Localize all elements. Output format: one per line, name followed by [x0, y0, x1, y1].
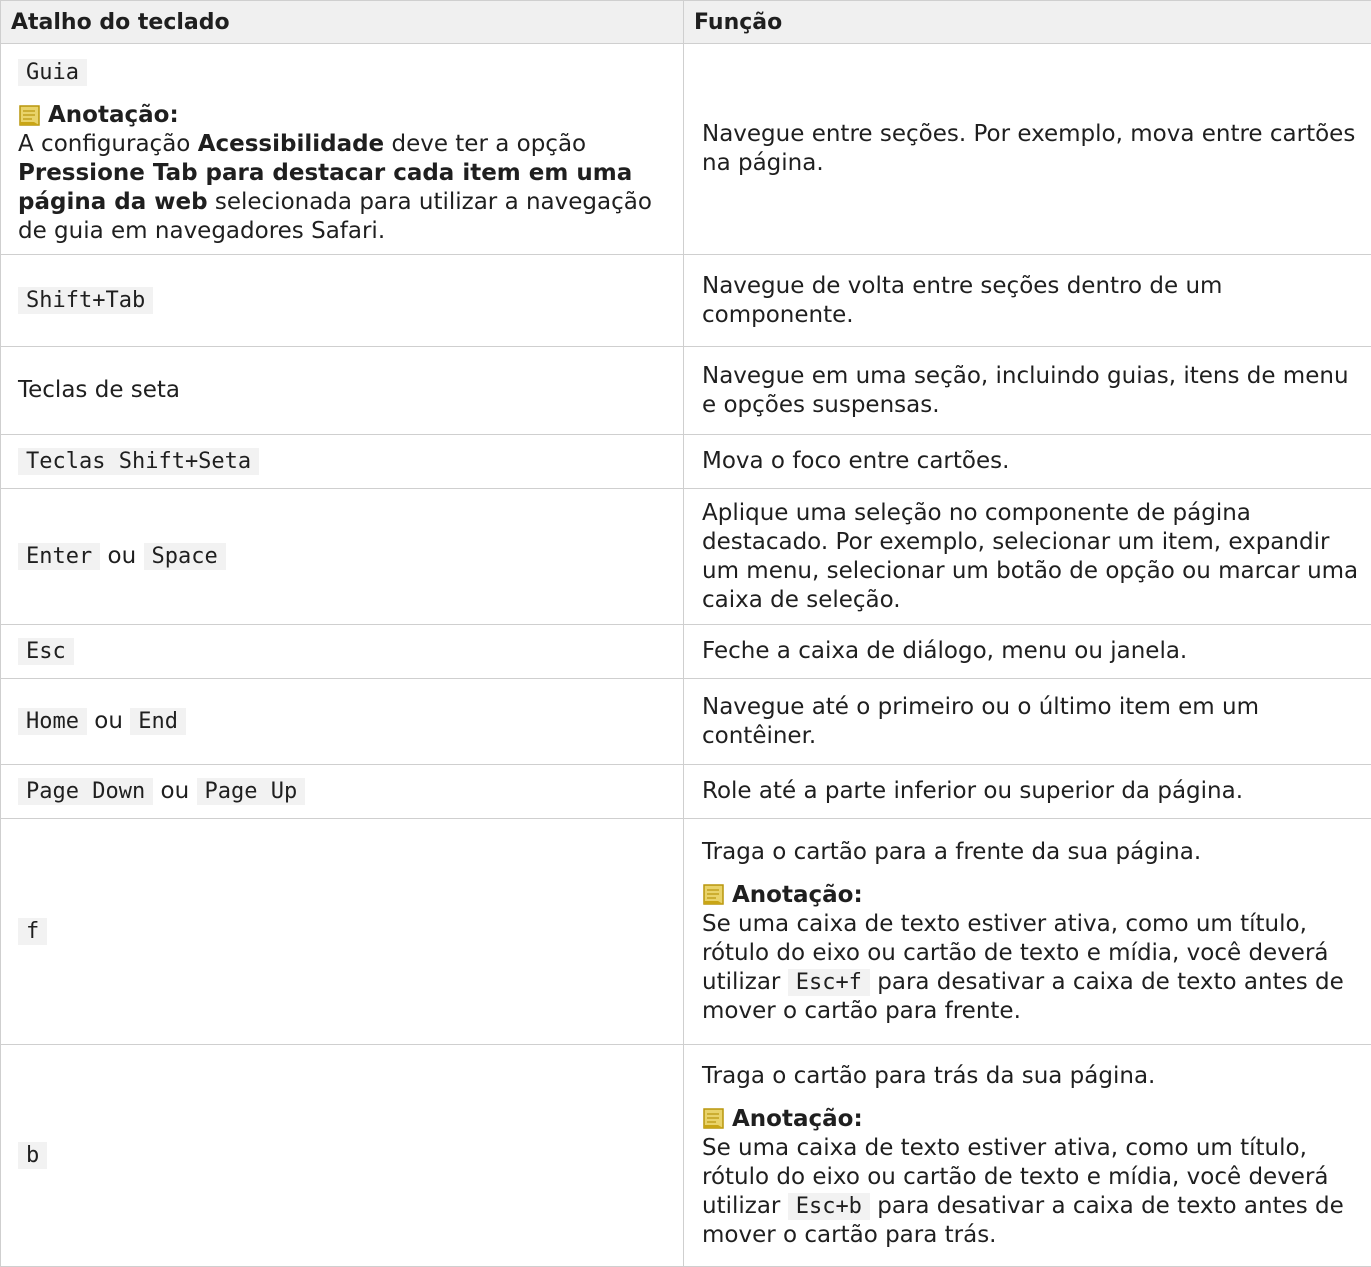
note-label: Anotação: [732, 1105, 863, 1134]
table-row: Esc Feche a caixa de diálogo, menu ou ja… [1, 625, 1371, 679]
shortcut-cell: Page Down ou Page Up [1, 765, 684, 819]
key-code: Page Down [18, 778, 153, 805]
key-code: Space [144, 543, 226, 570]
table-row: Page Down ou Page Up Role até a parte in… [1, 765, 1371, 819]
function-text: Traga o cartão para a frente da sua pági… [702, 838, 1361, 867]
table-row: Shift+Tab Navegue de volta entre seções … [1, 255, 1371, 347]
key-code: Esc+b [788, 1193, 870, 1220]
shortcut-cell: f [1, 819, 684, 1045]
note-icon [702, 883, 726, 907]
table-row: b Traga o cartão para trás da sua página… [1, 1045, 1371, 1267]
shortcut-cell: Guia Anotação: A configuração Acessibili… [1, 44, 684, 255]
note-bold-accessibility: Acessibilidade [198, 131, 384, 157]
table-header-row: Atalho do teclado Função [1, 1, 1371, 44]
key-code: Home [18, 708, 87, 735]
function-cell: Feche a caixa de diálogo, menu ou janela… [684, 625, 1371, 679]
header-shortcut: Atalho do teclado [1, 1, 684, 44]
function-cell: Role até a parte inferior ou superior da… [684, 765, 1371, 819]
key-code: Enter [18, 543, 100, 570]
or-text: ou [108, 543, 137, 569]
function-cell: Mova o foco entre cartões. [684, 435, 1371, 489]
function-cell: Navegue até o primeiro ou o último item … [684, 679, 1371, 765]
note-header: Anotação: [702, 881, 1361, 910]
note-text: Se uma caixa de texto estiver ativa, com… [702, 1134, 1361, 1250]
or-text: ou [94, 708, 123, 734]
key-code: f [18, 918, 47, 945]
function-cell: Traga o cartão para trás da sua página. … [684, 1045, 1371, 1267]
function-cell: Aplique uma seleção no componente de pág… [684, 489, 1371, 625]
key-code: b [18, 1142, 47, 1169]
table-row: Teclas Shift+Seta Mova o foco entre cart… [1, 435, 1371, 489]
note-icon [18, 104, 42, 128]
key-code: Shift+Tab [18, 287, 153, 314]
note-text-part: A configuração [18, 131, 198, 157]
or-text: ou [161, 778, 190, 804]
header-function: Função [684, 1, 1371, 44]
note-text-part: deve ter a opção [384, 131, 586, 157]
table-row: Enter ou Space Aplique uma seleção no co… [1, 489, 1371, 625]
shortcut-cell: Teclas Shift+Seta [1, 435, 684, 489]
table-row: Teclas de seta Navegue em uma seção, inc… [1, 347, 1371, 435]
key-code: Esc [18, 638, 74, 665]
shortcut-cell: Esc [1, 625, 684, 679]
key-code: Guia [18, 59, 87, 86]
table-row: f Traga o cartão para a frente da sua pá… [1, 819, 1371, 1045]
table-row: Home ou End Navegue até o primeiro ou o … [1, 679, 1371, 765]
note-label: Anotação: [732, 881, 863, 910]
function-cell: Navegue entre seções. Por exemplo, mova … [684, 44, 1371, 255]
note-icon [702, 1107, 726, 1131]
note-header: Anotação: [702, 1105, 1361, 1134]
table-row: Guia Anotação: A configuração Acessibili… [1, 44, 1371, 255]
function-cell: Navegue em uma seção, incluindo guias, i… [684, 347, 1371, 435]
shortcut-cell: Teclas de seta [1, 347, 684, 435]
key-code: Esc+f [788, 969, 870, 996]
key-code: Page Up [197, 778, 306, 805]
shortcuts-table: Atalho do teclado Função Guia [0, 0, 1371, 1267]
shortcut-cell: Home ou End [1, 679, 684, 765]
function-cell: Traga o cartão para a frente da sua pági… [684, 819, 1371, 1045]
note-label: Anotação: [48, 101, 179, 130]
function-cell: Navegue de volta entre seções dentro de … [684, 255, 1371, 347]
key-code: Teclas Shift+Seta [18, 448, 259, 475]
note-text: Se uma caixa de texto estiver ativa, com… [702, 910, 1361, 1026]
note-text: A configuração Acessibilidade deve ter a… [18, 130, 673, 246]
shortcut-cell: Enter ou Space [1, 489, 684, 625]
note-header: Anotação: [18, 101, 673, 130]
shortcut-cell: Shift+Tab [1, 255, 684, 347]
key-code: End [130, 708, 186, 735]
function-text: Traga o cartão para trás da sua página. [702, 1062, 1361, 1091]
shortcut-cell: b [1, 1045, 684, 1267]
